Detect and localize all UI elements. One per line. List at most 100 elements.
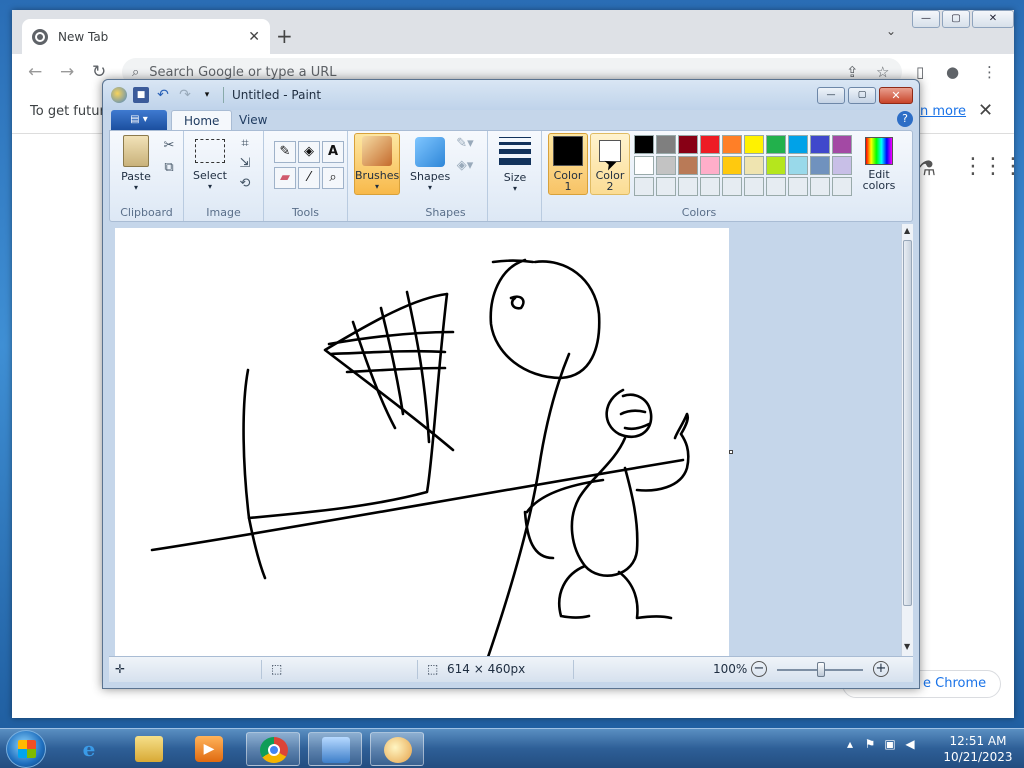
palette-swatch[interactable] (634, 156, 654, 175)
palette-swatch[interactable] (656, 177, 676, 196)
scroll-down-icon[interactable]: ▼ (904, 642, 910, 651)
drawing-canvas[interactable] (115, 228, 729, 656)
palette-swatch[interactable] (656, 135, 676, 154)
scrollbar-thumb[interactable] (903, 240, 912, 606)
vertical-scrollbar[interactable]: ▲ ▼ (901, 224, 913, 656)
paint-maximize-button[interactable]: ▢ (848, 87, 876, 104)
chrome-maximize-button[interactable]: ▢ (942, 10, 970, 28)
clock[interactable]: 12:51 AM 10/21/2023 (940, 733, 1016, 765)
palette-swatch[interactable] (634, 135, 654, 154)
palette-swatch[interactable] (766, 177, 786, 196)
palette-swatch[interactable] (700, 135, 720, 154)
paint-minimize-button[interactable]: — (817, 87, 845, 104)
paint-close-button[interactable]: ✕ (879, 87, 913, 104)
tab-view[interactable]: View (227, 110, 279, 130)
show-hidden-icons-icon[interactable]: ▴ (840, 737, 860, 751)
palette-swatch[interactable] (656, 156, 676, 175)
palette-swatch[interactable] (788, 177, 808, 196)
brushes-button[interactable]: Brushes ▾ (354, 133, 400, 195)
quick-access-dropdown-icon[interactable]: ▾ (199, 87, 215, 103)
palette-swatch[interactable] (678, 135, 698, 154)
palette-swatch[interactable] (832, 135, 852, 154)
palette-swatch[interactable] (766, 156, 786, 175)
size-button[interactable]: Size ▾ (494, 135, 536, 193)
palette-swatch[interactable] (810, 135, 830, 154)
taskbar-media-player[interactable]: ▶ (182, 732, 236, 766)
tab-close-icon[interactable]: ✕ (248, 29, 260, 45)
infobar-learn-more-link[interactable]: n more (920, 104, 966, 119)
taskbar-file-explorer[interactable] (122, 732, 176, 766)
palette-swatch[interactable] (678, 177, 698, 196)
palette-swatch[interactable] (810, 156, 830, 175)
palette-swatch[interactable] (722, 177, 742, 196)
palette-swatch[interactable] (788, 156, 808, 175)
color-picker-icon[interactable]: ⁄ (298, 167, 320, 189)
palette-swatch[interactable] (722, 156, 742, 175)
undo-icon[interactable]: ↶ (155, 87, 171, 103)
outline-icon[interactable]: ✎▾ (456, 135, 474, 153)
sidepanel-icon[interactable]: ▯ (916, 63, 924, 81)
palette-swatch[interactable] (744, 135, 764, 154)
chrome-close-button[interactable]: ✕ (972, 10, 1014, 28)
palette-swatch[interactable] (722, 135, 742, 154)
palette-swatch[interactable] (634, 177, 654, 196)
tab-home[interactable]: Home (171, 110, 233, 130)
canvas-resize-handle[interactable] (729, 450, 733, 454)
eraser-icon[interactable]: ▰ (274, 167, 296, 189)
save-icon[interactable]: ■ (133, 87, 149, 103)
tab-new-tab[interactable]: New Tab ✕ (22, 19, 270, 54)
paste-button[interactable]: Paste ▾ (116, 135, 156, 192)
palette-swatch[interactable] (744, 177, 764, 196)
pencil-icon[interactable]: ✎ (274, 141, 296, 163)
select-button[interactable]: Select ▾ (190, 135, 230, 191)
palette-swatch[interactable] (788, 135, 808, 154)
palette-swatch[interactable] (810, 177, 830, 196)
zoom-in-button[interactable]: + (873, 661, 889, 677)
volume-icon[interactable]: ◀ (900, 737, 920, 751)
scroll-up-icon[interactable]: ▲ (904, 226, 910, 235)
shape-fill-icon[interactable]: ◈▾ (456, 157, 474, 175)
palette-swatch[interactable] (700, 156, 720, 175)
taskbar-paint[interactable] (370, 732, 424, 766)
text-icon[interactable]: A (322, 141, 344, 163)
cut-icon[interactable]: ✂ (160, 137, 178, 155)
zoom-out-button[interactable]: − (751, 661, 767, 677)
edit-colors-button[interactable]: Edit colors (856, 135, 902, 191)
crop-icon[interactable]: ⌗ (236, 135, 254, 153)
help-icon[interactable]: ? (897, 111, 913, 127)
taskbar-chrome[interactable] (246, 732, 300, 766)
copy-icon[interactable]: ⧉ (160, 159, 178, 177)
palette-swatch[interactable] (744, 156, 764, 175)
zoom-slider-thumb[interactable] (817, 662, 825, 677)
paint-app-icon[interactable] (111, 87, 127, 103)
canvas-area[interactable] (109, 224, 901, 656)
chrome-minimize-button[interactable]: — (912, 10, 940, 28)
taskbar-internet-explorer[interactable]: e (62, 732, 116, 766)
rotate-icon[interactable]: ⟲ (236, 175, 254, 193)
forward-button[interactable]: → (60, 62, 74, 82)
redo-icon[interactable]: ↷ (177, 87, 193, 103)
profile-icon[interactable]: ● (946, 63, 959, 81)
taskbar-control-panel[interactable] (308, 732, 362, 766)
palette-swatch[interactable] (832, 177, 852, 196)
start-button[interactable] (6, 730, 46, 768)
labs-icon[interactable]: ⚗ (918, 156, 936, 180)
fill-icon[interactable]: ◈ (298, 141, 320, 163)
new-tab-button[interactable]: + (276, 24, 293, 48)
color1-button[interactable]: Color 1 (548, 133, 588, 195)
palette-swatch[interactable] (766, 135, 786, 154)
back-button[interactable]: ← (28, 62, 42, 82)
magnifier-icon[interactable]: ⌕ (322, 167, 344, 189)
shapes-button[interactable]: Shapes ▾ (410, 135, 450, 192)
palette-swatch[interactable] (832, 156, 852, 175)
palette-swatch[interactable] (678, 156, 698, 175)
palette-swatch[interactable] (700, 177, 720, 196)
infobar-close-icon[interactable]: ✕ (978, 100, 993, 121)
kebab-menu-icon[interactable]: ⋮ (982, 63, 997, 81)
resize-icon[interactable]: ⇲ (236, 155, 254, 173)
network-icon[interactable]: ▣ (880, 737, 900, 751)
action-center-icon[interactable]: ⚑ (860, 737, 880, 751)
apps-grid-icon[interactable]: ⋮⋮⋮ (962, 154, 1024, 179)
paint-menu-button[interactable]: ▤ ▾ (111, 110, 167, 130)
tab-search-button[interactable]: ⌄ (886, 24, 896, 38)
